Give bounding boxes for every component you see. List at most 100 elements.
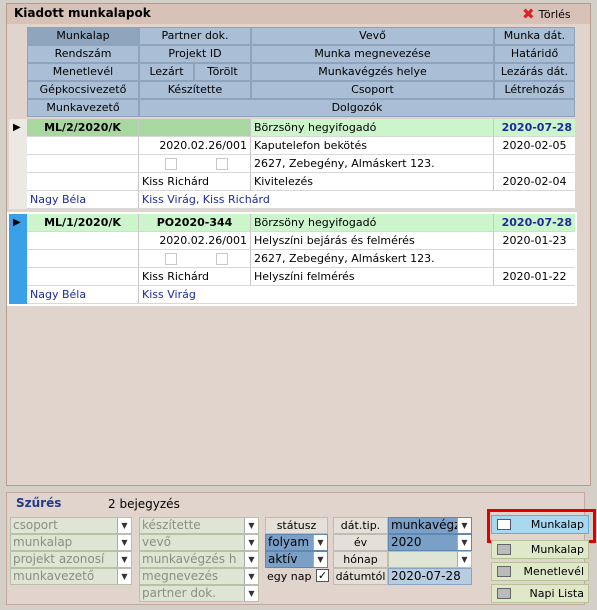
menetlevel-cell[interactable] xyxy=(27,250,139,268)
filter-vevo-select[interactable]: vevő ▼ xyxy=(139,534,259,551)
header-munka-dat[interactable]: Munka dát. xyxy=(494,27,575,45)
dat-tip-select[interactable]: munkavégzé ▼ xyxy=(388,517,472,534)
button-label: Napi Lista xyxy=(529,587,584,600)
letrehozas-cell[interactable]: 2020-02-04 xyxy=(494,173,575,191)
partner-dok-cell[interactable] xyxy=(139,119,251,137)
dolgozok-cell[interactable]: Kiss Virág xyxy=(139,286,575,304)
keszitette-cell[interactable]: Kiss Richárd xyxy=(139,268,251,286)
header-lezaras-dat[interactable]: Lezárás dát. xyxy=(494,63,575,81)
lezaras-dat-cell[interactable] xyxy=(494,250,575,268)
keszitette-cell[interactable]: Kiss Richárd xyxy=(139,173,251,191)
row-pointer-icon: ▶ xyxy=(13,122,21,133)
munkavegzes-helye-cell[interactable]: 2627, Zebegény, Almáskert 123. xyxy=(251,250,494,268)
csoport-cell[interactable]: Helyszíni felmérés xyxy=(251,268,494,286)
status-checkboxes xyxy=(139,155,251,173)
partner-dok-cell[interactable]: PO2020-344 xyxy=(139,214,251,232)
header-vevo[interactable]: Vevő xyxy=(251,27,494,45)
rendszam-cell[interactable] xyxy=(27,137,139,155)
header-menetlevel[interactable]: Menetlevél xyxy=(27,63,139,81)
header-keszitette[interactable]: Készítette xyxy=(139,81,251,99)
egy-nap-checkbox[interactable]: ✓ xyxy=(316,569,329,582)
gepkocsivezeto-cell[interactable] xyxy=(27,268,139,286)
datumtol-input[interactable]: 2020-07-28 xyxy=(388,568,472,585)
vevo-cell[interactable]: Börzsöny hegyifogadó xyxy=(251,119,494,137)
chevron-down-icon: ▼ xyxy=(117,535,131,550)
egy-nap-label: egy nap xyxy=(267,570,312,583)
munkalap-cell[interactable]: ML/2/2020/K xyxy=(27,119,139,137)
dolgozok-cell[interactable]: Kiss Virág, Kiss Richárd xyxy=(139,191,575,209)
header-munka-megnevezese[interactable]: Munka megnevezése xyxy=(251,45,494,63)
munkavegzes-helye-cell[interactable]: 2627, Zebegény, Almáskert 123. xyxy=(251,155,494,173)
printer-icon xyxy=(497,588,511,599)
select-value: folyam xyxy=(268,535,310,549)
munka-megnevezese-cell[interactable]: Kaputelefon bekötés xyxy=(251,137,494,155)
munkalap-cell[interactable]: ML/1/2020/K xyxy=(27,214,139,232)
header-hatarido[interactable]: Határidő xyxy=(494,45,575,63)
header-projekt-id[interactable]: Projekt ID xyxy=(139,45,251,63)
delete-button[interactable]: ✖ Törlés xyxy=(522,5,588,23)
window-title: Kiadott munkalapok xyxy=(14,6,151,20)
record-ml-2-2020-k[interactable]: ▶ ML/2/2020/K Börzsöny hegyifogadó 2020-… xyxy=(9,119,575,209)
lezart-checkbox[interactable] xyxy=(165,158,177,170)
header-torolt[interactable]: Törölt xyxy=(194,63,251,81)
hatarido-cell[interactable]: 2020-02-05 xyxy=(494,137,575,155)
projekt-id-cell[interactable]: 2020.02.26/001 xyxy=(139,137,251,155)
munkalap-new-button[interactable]: Munkalap xyxy=(491,515,589,534)
filter-megnevezes-select[interactable]: megnevezés ▼ xyxy=(139,568,259,585)
record-selector[interactable]: ▶ xyxy=(9,119,27,209)
rendszam-cell[interactable] xyxy=(27,232,139,250)
record-ml-1-2020-k[interactable]: ▶ ML/1/2020/K PO2020-344 Börzsöny hegyif… xyxy=(9,214,575,304)
lezaras-dat-cell[interactable] xyxy=(494,155,575,173)
select-value: csoport xyxy=(13,518,58,532)
torolt-checkbox[interactable] xyxy=(216,158,228,170)
munkavezeto-cell[interactable]: Nagy Béla xyxy=(27,191,139,209)
munka-dat-cell[interactable]: 2020-07-28 xyxy=(494,119,575,137)
dat-tip-label: dát.tip. xyxy=(333,517,388,534)
filter-projekt-select[interactable]: projekt azonosí ▼ xyxy=(10,551,132,568)
gepkocsivezeto-cell[interactable] xyxy=(27,173,139,191)
chevron-down-icon: ▼ xyxy=(117,552,131,567)
csoport-cell[interactable]: Kivitelezés xyxy=(251,173,494,191)
header-munkavezeto[interactable]: Munkavezető xyxy=(27,99,139,117)
projekt-id-cell[interactable]: 2020.02.26/001 xyxy=(139,232,251,250)
napi-lista-print-button[interactable]: Napi Lista xyxy=(491,584,589,603)
filter-keszitette-select[interactable]: készítette ▼ xyxy=(139,517,259,534)
document-icon xyxy=(497,519,511,530)
honap-label: hónap xyxy=(333,551,388,568)
munkavezeto-cell[interactable]: Nagy Béla xyxy=(27,286,139,304)
button-label: Menetlevél xyxy=(523,565,584,578)
statusz-select-2[interactable]: aktív ▼ xyxy=(265,551,328,568)
header-gepkocsivezeto[interactable]: Gépkocsivezető xyxy=(27,81,139,99)
filter-csoport-select[interactable]: csoport ▼ xyxy=(10,517,132,534)
chevron-down-icon: ▼ xyxy=(244,552,258,567)
lezart-checkbox[interactable] xyxy=(165,253,177,265)
filter-partner-dok-select[interactable]: partner dok. ▼ xyxy=(139,585,259,602)
filter-munkavegzes-select[interactable]: munkavégzés h ▼ xyxy=(139,551,259,568)
letrehozas-cell[interactable]: 2020-01-22 xyxy=(494,268,575,286)
header-dolgozok[interactable]: Dolgozók xyxy=(139,99,575,117)
torolt-checkbox[interactable] xyxy=(216,253,228,265)
filter-munkalap-select[interactable]: munkalap ▼ xyxy=(10,534,132,551)
header-munkalap[interactable]: Munkalap xyxy=(27,27,139,45)
ev-select[interactable]: 2020 ▼ xyxy=(388,534,472,551)
menetlevel-cell[interactable] xyxy=(27,155,139,173)
munka-megnevezese-cell[interactable]: Helyszíni bejárás és felmérés xyxy=(251,232,494,250)
statusz-select-1[interactable]: folyam ▼ xyxy=(265,534,328,551)
honap-select[interactable]: ▼ xyxy=(388,551,472,568)
header-lezart[interactable]: Lezárt xyxy=(139,63,194,81)
filter-munkavezeto-select[interactable]: munkavezető ▼ xyxy=(10,568,132,585)
munkalap-print-button[interactable]: Munkalap xyxy=(491,540,589,559)
header-munkavegzes-helye[interactable]: Munkavégzés helye xyxy=(251,63,494,81)
header-partner-dok[interactable]: Partner dok. xyxy=(139,27,251,45)
select-value: aktív xyxy=(268,552,298,566)
select-value: projekt azonosí xyxy=(13,552,105,566)
header-csoport[interactable]: Csoport xyxy=(251,81,494,99)
munka-dat-cell[interactable]: 2020-07-28 xyxy=(494,214,575,232)
record-selector[interactable]: ▶ xyxy=(9,214,27,304)
menetlevel-print-button[interactable]: Menetlevél xyxy=(491,562,589,581)
vevo-cell[interactable]: Börzsöny hegyifogadó xyxy=(251,214,494,232)
header-letrehozas[interactable]: Létrehozás xyxy=(494,81,575,99)
header-rendszam[interactable]: Rendszám xyxy=(27,45,139,63)
hatarido-cell[interactable]: 2020-01-23 xyxy=(494,232,575,250)
delete-icon: ✖ xyxy=(522,4,535,23)
